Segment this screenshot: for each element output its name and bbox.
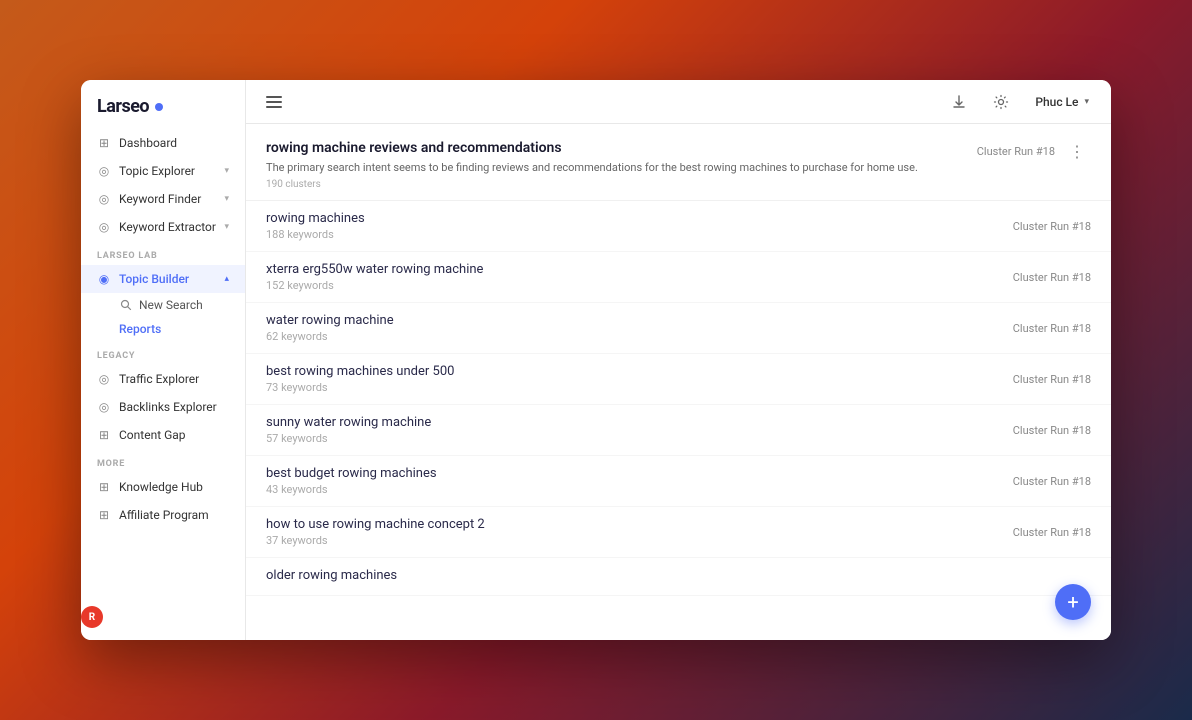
cluster-run-badge: Cluster Run #18	[1013, 373, 1091, 386]
sidebar-item-label: Dashboard	[119, 136, 229, 150]
topbar-icons: Phuc Le ▾	[945, 88, 1095, 116]
content-title: rowing machine reviews and recommendatio…	[266, 140, 918, 156]
cluster-keywords: 37 keywords	[266, 534, 485, 547]
cluster-title: how to use rowing machine concept 2	[266, 517, 485, 532]
cluster-item[interactable]: how to use rowing machine concept 2 37 k…	[246, 507, 1111, 558]
cluster-keywords: 57 keywords	[266, 432, 431, 445]
keyword-extractor-icon: ◎	[97, 220, 111, 234]
settings-button[interactable]	[987, 88, 1015, 116]
cluster-title: older rowing machines	[266, 568, 397, 583]
cluster-item[interactable]: sunny water rowing machine 57 keywords C…	[246, 405, 1111, 456]
logo-dot	[155, 103, 163, 111]
sidebar-item-label: Topic Explorer	[119, 164, 216, 178]
cluster-title: sunny water rowing machine	[266, 415, 431, 430]
cluster-item[interactable]: rowing machines 188 keywords Cluster Run…	[246, 201, 1111, 252]
cluster-keywords: 152 keywords	[266, 279, 483, 292]
cluster-list: rowing machines 188 keywords Cluster Run…	[246, 201, 1111, 596]
more-options-button[interactable]: ⋮	[1063, 140, 1091, 163]
topbar: Phuc Le ▾	[246, 80, 1111, 124]
sidebar-item-label: Content Gap	[119, 428, 229, 442]
sidebar-item-backlinks-explorer[interactable]: ◎ Backlinks Explorer	[81, 393, 245, 421]
dashboard-icon: ⊞	[97, 136, 111, 150]
header-actions: Cluster Run #18 ⋮	[977, 140, 1091, 163]
chevron-down-icon: ▾	[224, 166, 229, 176]
sub-item-label: Reports	[119, 322, 161, 336]
cluster-run-badge: Cluster Run #18	[1013, 526, 1091, 539]
content-wrapper: rowing machine reviews and recommendatio…	[246, 124, 1111, 640]
cluster-run-badge: Cluster Run #18	[1013, 322, 1091, 335]
plus-icon: +	[1067, 590, 1078, 614]
backlinks-explorer-icon: ◎	[97, 400, 111, 414]
legacy-section: LEGACY	[81, 341, 245, 365]
sidebar: Larseo ⊞ Dashboard ◎ Topic Explorer ▾ ◎ …	[81, 80, 246, 640]
sub-item-label: New Search	[139, 298, 203, 312]
search-icon	[119, 298, 133, 312]
sidebar-item-label: Backlinks Explorer	[119, 400, 229, 414]
content-description: The primary search intent seems to be fi…	[266, 160, 918, 175]
chevron-up-icon: ▴	[224, 274, 229, 284]
sidebar-item-dashboard[interactable]: ⊞ Dashboard	[81, 129, 245, 157]
sidebar-item-topic-explorer[interactable]: ◎ Topic Explorer ▾	[81, 157, 245, 185]
cluster-item[interactable]: best budget rowing machines 43 keywords …	[246, 456, 1111, 507]
sidebar-item-traffic-explorer[interactable]: ◎ Traffic Explorer	[81, 365, 245, 393]
main-area: Phuc Le ▾ rowing machine reviews and rec…	[246, 80, 1111, 640]
sidebar-item-knowledge-hub[interactable]: ⊞ Knowledge Hub	[81, 473, 245, 501]
hamburger-button[interactable]	[262, 92, 286, 112]
affiliate-icon: ⊞	[97, 508, 111, 522]
cluster-title: xterra erg550w water rowing machine	[266, 262, 483, 277]
sidebar-sub-reports[interactable]: Reports	[81, 317, 245, 341]
cluster-item[interactable]: best rowing machines under 500 73 keywor…	[246, 354, 1111, 405]
download-button[interactable]	[945, 88, 973, 116]
sidebar-sub-new-search[interactable]: New Search	[81, 293, 245, 317]
cluster-item[interactable]: older rowing machines	[246, 558, 1111, 596]
cluster-run-badge: Cluster Run #18	[1013, 220, 1091, 233]
content-gap-icon: ⊞	[97, 428, 111, 442]
chevron-down-icon: ▾	[224, 222, 229, 232]
content-header: rowing machine reviews and recommendatio…	[246, 124, 1111, 201]
cluster-title: water rowing machine	[266, 313, 394, 328]
topic-builder-icon: ◉	[97, 272, 111, 286]
cluster-title: best budget rowing machines	[266, 466, 437, 481]
more-section: MORE	[81, 449, 245, 473]
chevron-down-icon: ▾	[224, 194, 229, 204]
sidebar-item-label: Keyword Extractor	[119, 220, 216, 234]
content-area: rowing machine reviews and recommendatio…	[246, 124, 1111, 640]
larseo-lab-section: LARSEO LAB	[81, 241, 245, 265]
cluster-title: rowing machines	[266, 211, 365, 226]
cluster-item[interactable]: water rowing machine 62 keywords Cluster…	[246, 303, 1111, 354]
traffic-explorer-icon: ◎	[97, 372, 111, 386]
cluster-item[interactable]: xterra erg550w water rowing machine 152 …	[246, 252, 1111, 303]
bottom-indicator: R	[81, 606, 105, 630]
sidebar-item-label: Traffic Explorer	[119, 372, 229, 386]
cluster-run-badge: Cluster Run #18	[1013, 271, 1091, 284]
cluster-keywords: 43 keywords	[266, 483, 437, 496]
sidebar-item-content-gap[interactable]: ⊞ Content Gap	[81, 421, 245, 449]
logo-text: Larseo	[97, 96, 149, 117]
fab-add-button[interactable]: +	[1055, 584, 1091, 620]
sidebar-item-topic-builder[interactable]: ◉ Topic Builder ▴	[81, 265, 245, 293]
logo: Larseo	[81, 80, 245, 129]
cluster-badge: Cluster Run #18	[977, 145, 1055, 158]
user-menu[interactable]: Phuc Le ▾	[1029, 91, 1095, 113]
sidebar-item-label: Topic Builder	[119, 272, 216, 286]
cluster-run-badge: Cluster Run #18	[1013, 475, 1091, 488]
cluster-title: best rowing machines under 500	[266, 364, 454, 379]
keyword-finder-icon: ◎	[97, 192, 111, 206]
content-meta: 190 clusters	[266, 179, 918, 190]
sidebar-item-label: Knowledge Hub	[119, 480, 229, 494]
topic-explorer-icon: ◎	[97, 164, 111, 178]
sidebar-item-keyword-finder[interactable]: ◎ Keyword Finder ▾	[81, 185, 245, 213]
cluster-keywords: 188 keywords	[266, 228, 365, 241]
sidebar-item-keyword-extractor[interactable]: ◎ Keyword Extractor ▾	[81, 213, 245, 241]
cluster-run-badge: Cluster Run #18	[1013, 424, 1091, 437]
knowledge-hub-icon: ⊞	[97, 480, 111, 494]
cluster-keywords: 73 keywords	[266, 381, 454, 394]
user-name: Phuc Le	[1035, 95, 1078, 109]
sidebar-item-label: Keyword Finder	[119, 192, 216, 206]
user-chevron-icon: ▾	[1084, 97, 1089, 107]
sidebar-item-affiliate-program[interactable]: ⊞ Affiliate Program	[81, 501, 245, 529]
sidebar-item-label: Affiliate Program	[119, 508, 229, 522]
cluster-keywords: 62 keywords	[266, 330, 394, 343]
